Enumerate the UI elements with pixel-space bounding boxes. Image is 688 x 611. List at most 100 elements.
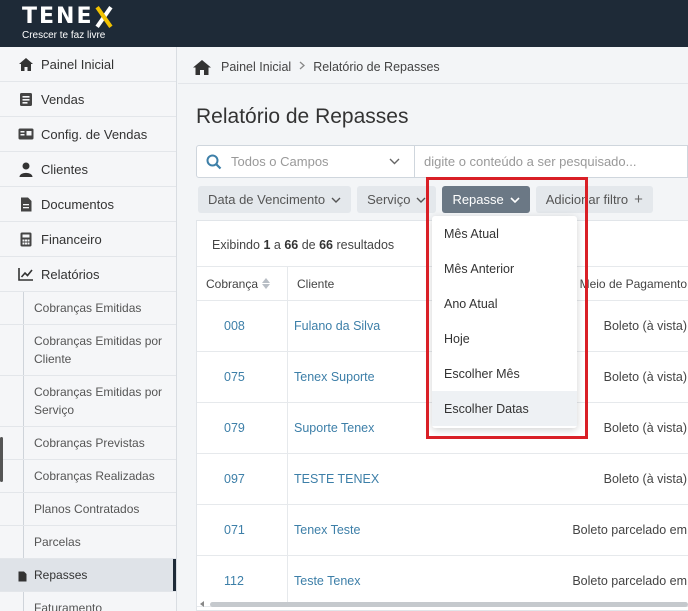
breadcrumb-divider <box>178 83 688 84</box>
sidebar-item-relatorios[interactable]: Relatórios <box>0 257 176 292</box>
sidebar-item-label: Documentos <box>41 196 114 212</box>
column-header-cliente[interactable]: Cliente <box>297 267 334 300</box>
cobranca-link[interactable]: 008 <box>197 301 288 351</box>
sidebar-item-label: Relatórios <box>41 266 100 282</box>
sidebar-sub-cobrancas-realizadas[interactable]: Cobranças Realizadas <box>0 460 176 493</box>
sidebar-item-label: Vendas <box>41 91 85 107</box>
chevron-down-icon <box>416 197 426 203</box>
cliente-link[interactable]: Fulano da Silva <box>294 301 380 351</box>
sidebar-sub-label: Repasses <box>34 568 88 582</box>
cobranca-link[interactable]: 071 <box>197 505 288 555</box>
chevron-down-icon <box>389 158 400 165</box>
sidebar-item-vendas[interactable]: Vendas <box>0 82 176 117</box>
logo-wordmark: TENE <box>22 5 114 29</box>
sort-icon <box>262 278 271 289</box>
sidebar-sub-label: Cobranças Emitidas <box>34 301 142 315</box>
cliente-link[interactable]: Tenex Suporte <box>294 352 375 402</box>
filter-servico[interactable]: Serviço <box>357 186 437 213</box>
logo-x-mark <box>94 6 114 28</box>
filter-label: Serviço <box>367 192 411 207</box>
sidebar-item-label: Painel Inicial <box>41 56 114 72</box>
search-bar: Todos o Campos <box>196 145 688 178</box>
cobranca-link[interactable]: 097 <box>197 454 288 504</box>
sidebar-sub-label: Cobranças Emitidas por Serviço <box>34 385 163 417</box>
meio-pagamento-cell: Boleto parcelado em <box>572 574 687 588</box>
sidebar-sub-cobrancas-previstas[interactable]: Cobranças Previstas <box>0 427 176 460</box>
sidebar-sub-cobrancas-emitidas-servico[interactable]: Cobranças Emitidas por Serviço <box>0 376 176 427</box>
tenex-logo[interactable]: TENE Crescer te faz livre <box>22 5 114 42</box>
horizontal-scrollbar[interactable] <box>200 600 688 608</box>
sidebar-sub-label: Cobranças Emitidas por Cliente <box>34 334 163 366</box>
scrollbar-thumb[interactable] <box>210 602 688 607</box>
sidebar: Painel Inicial Vendas Config. de Vendas … <box>0 47 177 611</box>
sidebar-sub-cobrancas-emitidas[interactable]: Cobranças Emitidas <box>0 292 176 325</box>
card-icon <box>18 126 34 142</box>
filter-data-vencimento[interactable]: Data de Vencimento <box>198 186 352 213</box>
sidebar-sub-label: Faturamento <box>34 601 103 611</box>
cobranca-link[interactable]: 112 <box>197 556 288 606</box>
active-indicator <box>173 559 176 591</box>
sidebar-item-documentos[interactable]: Documentos <box>0 187 176 222</box>
page-title: Relatório de Repasses <box>196 105 409 128</box>
sidebar-item-financeiro[interactable]: Financeiro <box>0 222 176 257</box>
search-field-select[interactable]: Todos o Campos <box>231 146 415 177</box>
filter-label: Data de Vencimento <box>208 192 326 207</box>
document-icon <box>18 196 34 212</box>
table-row: 097 TESTE TENEX Boleto (à vista) <box>197 454 688 505</box>
column-header-meio-pagamento[interactable]: Meio de Pagamento <box>580 267 687 300</box>
cliente-link[interactable]: TESTE TENEX <box>294 454 379 504</box>
scroll-left-icon[interactable] <box>200 601 204 607</box>
chevron-right-icon <box>299 61 306 73</box>
breadcrumb: Painel Inicial Relatório de Repasses <box>192 57 440 77</box>
sidebar-item-clientes[interactable]: Clientes <box>0 152 176 187</box>
cobranca-link[interactable]: 075 <box>197 352 288 402</box>
sidebar-sub-label: Parcelas <box>34 535 81 549</box>
top-bar: TENE Crescer te faz livre <box>0 0 688 47</box>
results-count: Exibindo 1 a 66 de 66 resultados <box>212 238 394 252</box>
search-icon[interactable] <box>197 154 231 170</box>
breadcrumb-home[interactable]: Painel Inicial <box>221 60 291 74</box>
sidebar-sub-faturamento[interactable]: Faturamento <box>0 592 176 611</box>
sidebar-sub-label: Planos Contratados <box>34 502 140 516</box>
results-from: 1 <box>263 238 271 252</box>
sidebar-sub-parcelas[interactable]: Parcelas <box>0 526 176 559</box>
cliente-link[interactable]: Tenex Teste <box>294 505 360 555</box>
calculator-icon <box>18 231 34 247</box>
breadcrumb-current: Relatório de Repasses <box>313 60 440 74</box>
column-label: Cobrança <box>206 276 259 291</box>
sidebar-item-painel-inicial[interactable]: Painel Inicial <box>0 47 176 82</box>
home-icon <box>18 56 34 72</box>
reports-submenu: Cobranças Emitidas Cobranças Emitidas po… <box>0 292 176 611</box>
results-of: de <box>301 238 316 252</box>
sidebar-item-config-vendas[interactable]: Config. de Vendas <box>0 117 176 152</box>
cliente-link[interactable]: Suporte Tenex <box>294 403 374 453</box>
sidebar-sub-label: Cobranças Realizadas <box>34 469 155 483</box>
sidebar-sub-planos-contratados[interactable]: Planos Contratados <box>0 493 176 526</box>
home-icon[interactable] <box>192 59 212 76</box>
annotation-highlight-box <box>426 177 588 439</box>
results-prefix: Exibindo <box>212 238 260 252</box>
results-total: 66 <box>319 238 333 252</box>
results-sep: a <box>273 238 281 252</box>
sidebar-item-label: Clientes <box>41 161 88 177</box>
logo-tagline: Crescer te faz livre <box>22 30 106 41</box>
column-header-cobranca[interactable]: Cobrança <box>197 267 288 300</box>
sidebar-item-label: Financeiro <box>41 231 102 247</box>
cobranca-link[interactable]: 079 <box>197 403 288 453</box>
cart-icon <box>18 91 34 107</box>
search-input[interactable] <box>415 146 687 177</box>
user-icon <box>18 161 34 177</box>
meio-pagamento-cell: Boleto (à vista) <box>603 370 687 384</box>
sidebar-resize-handle[interactable] <box>0 437 3 482</box>
results-suffix: resultados <box>336 238 395 252</box>
meio-pagamento-cell: Boleto (à vista) <box>603 319 687 333</box>
table-row: 071 Tenex Teste Boleto parcelado em <box>197 505 688 556</box>
cliente-link[interactable]: Teste Tenex <box>294 556 360 606</box>
sidebar-sub-cobrancas-emitidas-cliente[interactable]: Cobranças Emitidas por Cliente <box>0 325 176 376</box>
results-to: 66 <box>284 238 299 252</box>
sidebar-sub-repasses[interactable]: Repasses <box>0 559 176 592</box>
logo-text: TENE <box>22 4 94 29</box>
meio-pagamento-cell: Boleto (à vista) <box>603 421 687 435</box>
meio-pagamento-cell: Boleto parcelado em <box>572 523 687 537</box>
sidebar-item-label: Config. de Vendas <box>41 126 148 142</box>
